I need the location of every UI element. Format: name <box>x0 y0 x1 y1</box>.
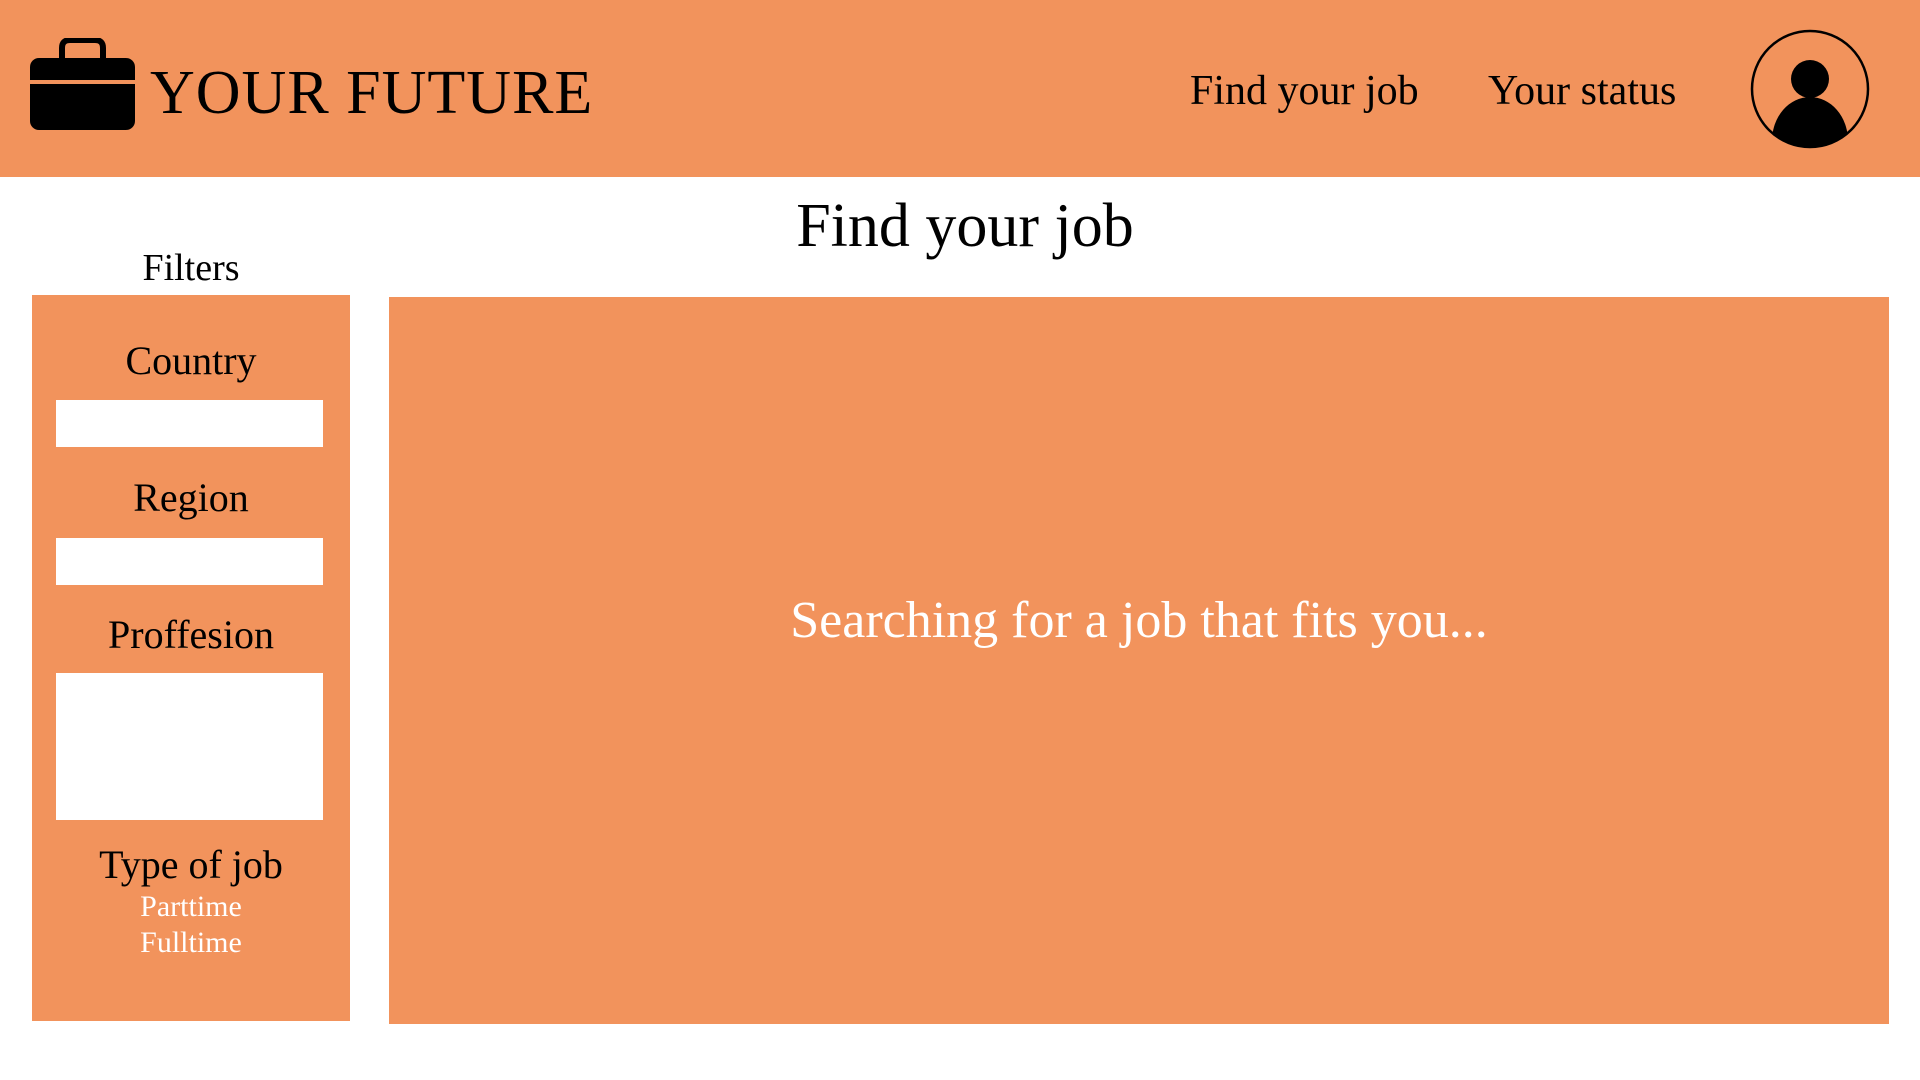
searching-status-text: Searching for a job that fits you... <box>790 592 1488 649</box>
nav-find-your-job[interactable]: Find your job <box>1190 65 1419 117</box>
filters-heading: Filters <box>142 247 240 289</box>
brand-name: YOUR FUTURE <box>150 59 594 127</box>
briefcase-icon <box>30 38 135 130</box>
nav-your-status[interactable]: Your status <box>1488 65 1676 117</box>
profession-label: Proffesion <box>108 612 274 657</box>
country-label: Country <box>125 338 257 383</box>
region-input[interactable] <box>56 538 323 585</box>
job-type-option-fulltime[interactable]: Fulltime <box>32 925 350 961</box>
results-panel: Searching for a job that fits you... <box>389 297 1889 1024</box>
job-type-label: Type of job <box>99 842 283 887</box>
job-type-option-parttime[interactable]: Parttime <box>32 889 350 925</box>
user-avatar-icon[interactable] <box>1750 29 1870 149</box>
region-label: Region <box>133 475 249 520</box>
filters-panel: Country Region Proffesion Type of job Pa… <box>32 295 350 1021</box>
country-input[interactable] <box>56 400 323 447</box>
profession-input[interactable] <box>56 673 323 820</box>
top-header: YOUR FUTURE Find your job Your status <box>0 0 1920 177</box>
